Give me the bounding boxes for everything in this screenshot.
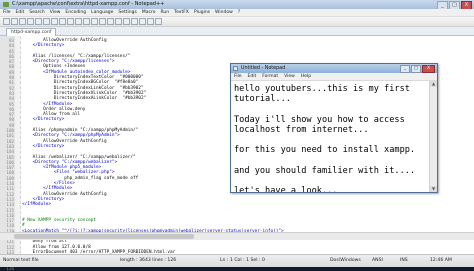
status-length: length : 3643 lines : 126 (120, 258, 177, 263)
scroll-up-icon[interactable]: ▲ (430, 81, 437, 87)
menu-settings[interactable]: Settings (118, 9, 136, 16)
save-icon[interactable] (19, 18, 26, 25)
notepad-titlebar[interactable]: Untitled - Notepad _ □ X (231, 64, 437, 73)
notepad-minimize-button[interactable]: _ (400, 65, 410, 73)
notepad-text[interactable]: hello youtubers...this is my first tutor… (231, 81, 429, 192)
menu-language[interactable]: Language (91, 9, 113, 16)
tab-httpd-xampp-conf[interactable]: httpd-xampp.conf (6, 28, 57, 36)
notepadpp-app-icon (3, 2, 9, 7)
menu-macro[interactable]: Macro (142, 9, 156, 16)
zoom-in-icon[interactable] (107, 18, 114, 25)
indent-guide-icon[interactable] (131, 18, 138, 25)
menu-edit[interactable]: Edit (16, 9, 25, 16)
notepad-maximize-button[interactable]: □ (411, 65, 421, 73)
horizontal-scroll-thumb[interactable] (14, 234, 194, 239)
wrap-icon[interactable] (123, 18, 130, 25)
run-icon[interactable] (155, 18, 162, 25)
scroll-down-icon[interactable]: ▼ (430, 186, 437, 192)
minimize-button[interactable]: _ (437, 1, 448, 9)
paste-icon[interactable] (67, 18, 74, 25)
status-position: Ln : 1 Col : 1 Sel : 0 (220, 258, 265, 263)
status-bar: Normal text file length : 3643 lines : 1… (0, 254, 474, 267)
notepad-window-controls: _ □ X (400, 65, 435, 73)
close-file-icon[interactable] (35, 18, 42, 25)
notepad-menu-edit[interactable]: Edit (248, 73, 257, 80)
save-all-icon[interactable] (27, 18, 34, 25)
undo-icon[interactable] (75, 18, 82, 25)
status-file-type: Normal text file (3, 258, 39, 263)
notepadpp-menubar: File Edit Search View Encoding Language … (0, 9, 474, 17)
fold-margin (15, 36, 21, 254)
notepadpp-titlebar[interactable]: C:\xampp\apache\conf\extra\httpd-xampp.c… (0, 0, 474, 9)
redo-icon[interactable] (83, 18, 90, 25)
menu-textfx[interactable]: TextFX (174, 9, 189, 16)
maximize-button[interactable]: □ (449, 1, 460, 9)
notepad-close-button[interactable]: X (422, 65, 435, 73)
replace-icon[interactable] (99, 18, 106, 25)
open-file-icon[interactable] (11, 18, 18, 25)
notepad-window: Untitled - Notepad _ □ X File Edit Forma… (230, 63, 438, 193)
menu-view[interactable]: View (50, 9, 61, 16)
macro-play-icon[interactable] (147, 18, 154, 25)
notepad-title-text: Untitled - Notepad (241, 66, 286, 71)
menu-run[interactable]: Run (160, 9, 169, 16)
notepad-menu-format[interactable]: Format (262, 73, 278, 80)
menu-help[interactable]: ? (238, 9, 240, 16)
menu-search[interactable]: Search (29, 9, 44, 16)
copy-icon[interactable] (59, 18, 66, 25)
status-clock: 12:46 AM (430, 258, 452, 263)
notepadpp-tabbar: httpd-xampp.conf (0, 27, 474, 36)
notepadpp-title-text: C:\xampp\apache\conf\extra\httpd-xampp.c… (12, 1, 165, 7)
menu-plugins[interactable]: Plugins (194, 9, 210, 16)
status-mode: INS (400, 258, 408, 263)
menu-encoding[interactable]: Encoding (65, 9, 86, 16)
notepad-menu-view[interactable]: View (284, 73, 295, 80)
menu-window[interactable]: Window (215, 9, 233, 16)
horizontal-scrollbar[interactable] (0, 232, 474, 240)
status-encoding: ANSI (372, 258, 383, 263)
notepad-menu-file[interactable]: File (234, 73, 242, 80)
close-button[interactable]: X (461, 1, 472, 9)
notepad-menubar: File Edit Format View Help (231, 73, 437, 81)
print-icon[interactable] (43, 18, 50, 25)
notepad-text-area[interactable]: hello youtubers...this is my first tutor… (231, 81, 429, 192)
find-icon[interactable] (91, 18, 98, 25)
cut-icon[interactable] (51, 18, 58, 25)
new-file-icon[interactable] (3, 18, 10, 25)
zoom-out-icon[interactable] (115, 18, 122, 25)
notepad-app-icon (233, 66, 238, 71)
status-eol: Dos\Windows (330, 258, 361, 263)
notepad-menu-help[interactable]: Help (301, 73, 311, 80)
notepadpp-window-controls: _ □ X (437, 1, 472, 9)
notepad-vertical-scrollbar[interactable]: ▲ ▼ (429, 81, 437, 192)
menu-file[interactable]: File (3, 9, 11, 16)
notepadpp-toolbar (0, 17, 474, 27)
macro-record-icon[interactable] (139, 18, 146, 25)
